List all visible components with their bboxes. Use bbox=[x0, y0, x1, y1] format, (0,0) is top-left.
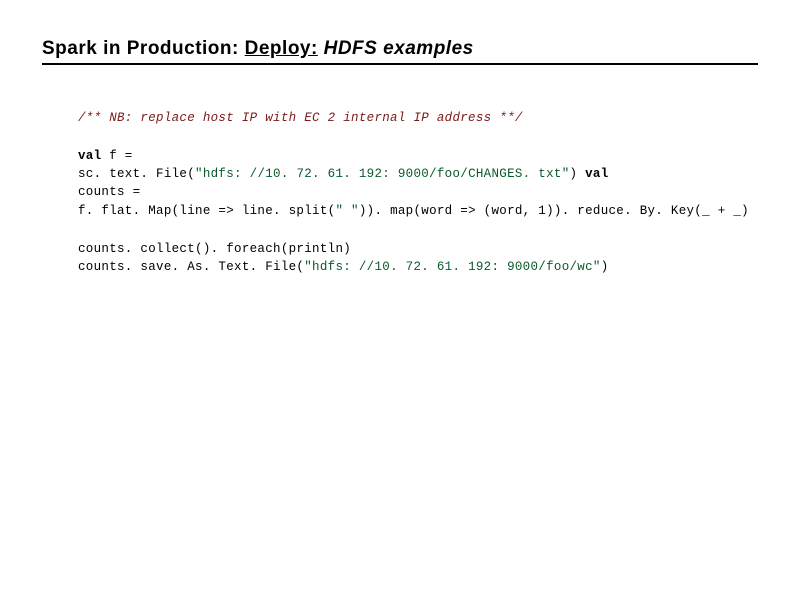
code-comment: /** NB: replace host IP with EC 2 intern… bbox=[78, 109, 758, 127]
code-text: f. flat. Map(line => line. split( bbox=[78, 204, 335, 218]
string-literal: "hdfs: //10. 72. 61. 192: 9000/foo/wc" bbox=[304, 260, 600, 274]
code-para-2: counts. collect(). foreach(println) coun… bbox=[78, 240, 758, 276]
string-literal: " " bbox=[335, 204, 358, 218]
code-text: )). map(word => (word, 1)). reduce. By. … bbox=[359, 204, 749, 218]
string-literal: "hdfs: //10. 72. 61. 192: 9000/foo/CHANG… bbox=[195, 167, 569, 181]
code-text: ) bbox=[570, 167, 586, 181]
keyword-val: val bbox=[585, 167, 608, 181]
code-block: /** NB: replace host IP with EC 2 intern… bbox=[78, 109, 758, 276]
code-line-5: counts. collect(). foreach(println) bbox=[78, 240, 758, 258]
code-line-2: sc. text. File("hdfs: //10. 72. 61. 192:… bbox=[78, 165, 758, 183]
title-part2: Deploy: bbox=[245, 38, 318, 59]
code-line-3: counts = bbox=[78, 183, 758, 201]
code-line-6: counts. save. As. Text. File("hdfs: //10… bbox=[78, 258, 758, 276]
code-text: ) bbox=[601, 260, 609, 274]
code-text: sc. text. File( bbox=[78, 167, 195, 181]
slide-title: Spark in Production: Deploy: HDFS exampl… bbox=[42, 38, 758, 65]
slide: Spark in Production: Deploy: HDFS exampl… bbox=[0, 0, 800, 276]
code-line-4: f. flat. Map(line => line. split(" ")). … bbox=[78, 202, 758, 220]
keyword-val: val bbox=[78, 149, 101, 163]
title-part3: HDFS examples bbox=[324, 38, 474, 59]
title-part1: Spark in Production: bbox=[42, 38, 239, 59]
code-text: f = bbox=[101, 149, 132, 163]
code-text: counts. save. As. Text. File( bbox=[78, 260, 304, 274]
code-para-1: val f = sc. text. File("hdfs: //10. 72. … bbox=[78, 147, 758, 220]
code-line-1: val f = bbox=[78, 147, 758, 165]
